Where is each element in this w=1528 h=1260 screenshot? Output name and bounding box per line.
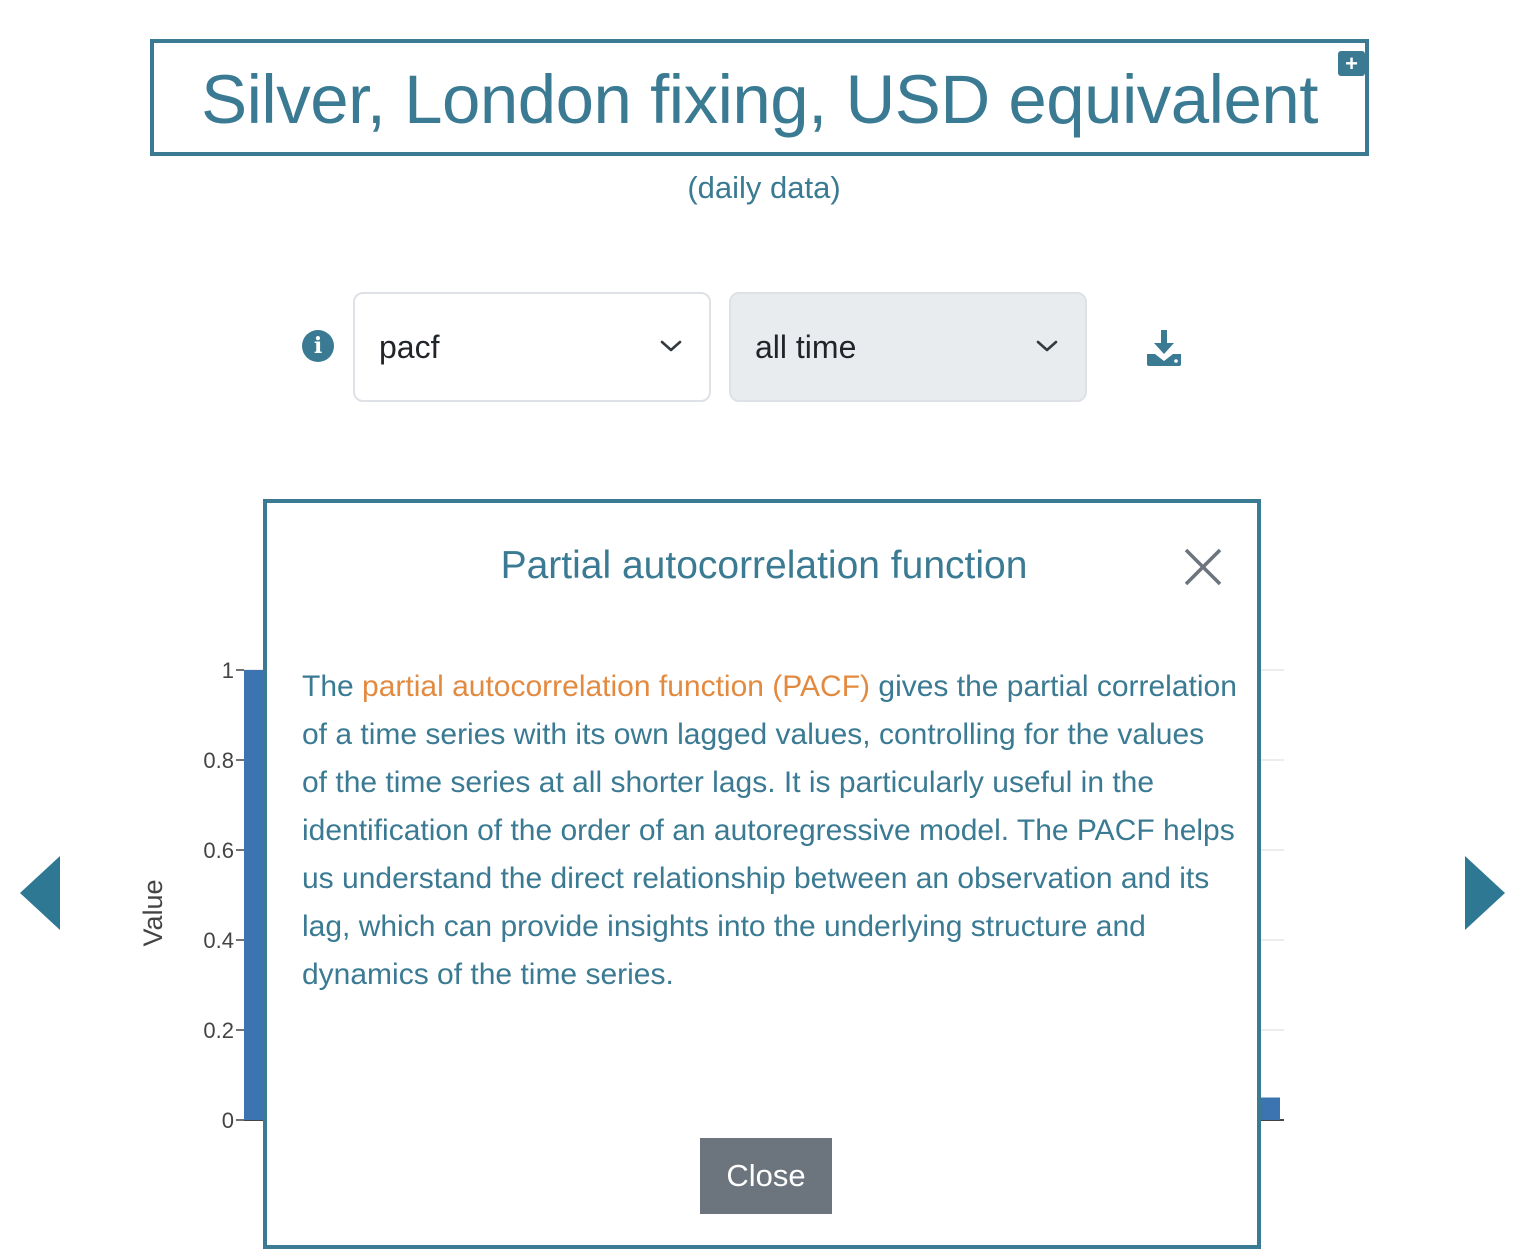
close-button[interactable]: Close <box>700 1138 832 1214</box>
info-modal: Partial autocorrelation function The par… <box>263 499 1261 1249</box>
y-tick-label: 0.4 <box>203 928 234 953</box>
modal-body-intro: The <box>302 670 363 703</box>
prev-arrow-icon[interactable] <box>20 856 60 930</box>
close-icon[interactable] <box>1181 545 1225 589</box>
y-tick-label: 1 <box>222 658 234 683</box>
modal-body: The partial autocorrelation function (PA… <box>302 663 1237 999</box>
next-arrow-icon[interactable] <box>1465 856 1505 930</box>
y-tick-label: 0.8 <box>203 748 234 773</box>
modal-title: Partial autocorrelation function <box>500 544 1028 587</box>
y-axis-label: Value <box>138 879 168 946</box>
y-tick-label: 0.2 <box>203 1018 234 1043</box>
pacf-link[interactable]: partial autocorrelation function (PACF) <box>362 670 870 703</box>
y-tick-label: 0.6 <box>203 838 234 863</box>
page-root: Silver, London fixing, USD equivalent + … <box>0 0 1528 1260</box>
pacf-bar <box>1258 1097 1280 1120</box>
y-tick-label: 0 <box>222 1108 234 1133</box>
modal-body-text: gives the partial correlation of a time … <box>302 670 1237 991</box>
